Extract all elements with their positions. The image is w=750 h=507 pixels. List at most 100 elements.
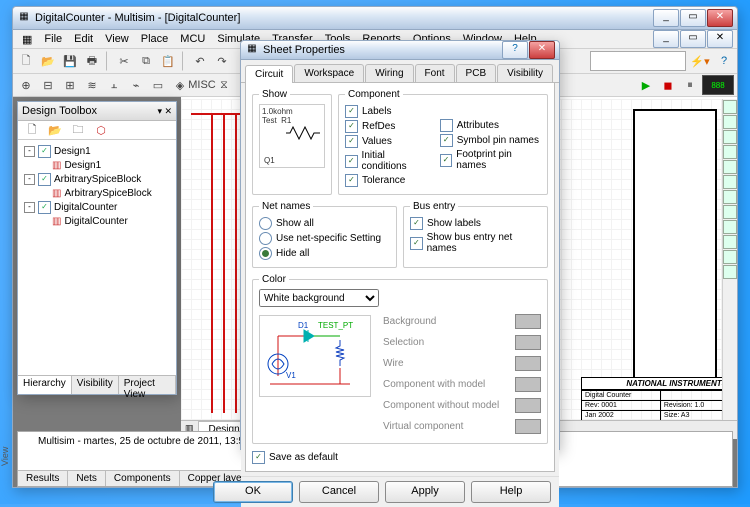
paste-icon[interactable]: 📋 xyxy=(158,51,178,71)
tree-node[interactable]: ▥DigitalCounter xyxy=(24,215,170,228)
toolbox-tab-projectview[interactable]: Project View xyxy=(119,376,176,394)
checkbox-label: Labels xyxy=(362,106,391,117)
dialog-close-button[interactable]: ✕ xyxy=(529,41,555,59)
tree-node[interactable]: ▥Design1 xyxy=(24,159,170,172)
component-icon[interactable]: ▭ xyxy=(148,75,168,95)
mdi-close-button[interactable]: ✕ xyxy=(707,30,733,48)
checkbox[interactable]: ✓ xyxy=(345,105,358,118)
print-icon[interactable]: 🖶 xyxy=(82,51,102,71)
tree-checkbox[interactable]: ✓ xyxy=(38,145,51,158)
tab-font[interactable]: Font xyxy=(415,64,455,82)
tree-checkbox[interactable]: ✓ xyxy=(38,173,51,186)
checkbox[interactable]: ✓ xyxy=(345,155,358,168)
log-tab-components[interactable]: Components xyxy=(106,471,180,486)
undo-icon[interactable]: ↶ xyxy=(190,51,210,71)
tree-checkbox[interactable]: ✓ xyxy=(38,201,51,214)
component-icon[interactable]: ⧖ xyxy=(214,75,234,95)
component-icon[interactable]: ⊕ xyxy=(16,75,36,95)
tree-node[interactable]: -✓ArbitrarySpiceBlock xyxy=(24,172,170,187)
radio-label: Use net-specific Setting xyxy=(276,233,381,244)
checkbox[interactable]: ✓ xyxy=(345,120,358,133)
menu-view[interactable]: View xyxy=(100,32,134,46)
display-icon[interactable]: 888 xyxy=(702,75,734,95)
mdi-minimize-button[interactable]: _ xyxy=(653,30,679,48)
stop-icon[interactable]: ◼ xyxy=(658,75,678,95)
menu-file[interactable]: File xyxy=(39,32,67,46)
log-tab-results[interactable]: Results xyxy=(18,471,68,486)
checkbox[interactable]: ✓ xyxy=(345,174,358,187)
help-icon[interactable]: ? xyxy=(714,51,734,71)
app-menu-icon[interactable]: ▦ xyxy=(17,32,37,47)
component-icon[interactable]: ⌁ xyxy=(126,75,146,95)
component-icon[interactable]: MISC xyxy=(192,75,212,95)
copy-icon[interactable]: ⧉ xyxy=(136,51,156,71)
tab-circuit[interactable]: Circuit xyxy=(245,65,293,83)
toolbox-tool-icon[interactable]: 🗋 xyxy=(22,120,42,140)
run-icon[interactable]: ▶ xyxy=(636,75,656,95)
app-icon: ▦ xyxy=(17,11,31,25)
toolbox-tab-visibility[interactable]: Visibility xyxy=(72,376,119,394)
tree-node[interactable]: ▥ArbitrarySpiceBlock xyxy=(24,187,170,200)
color-swatch[interactable] xyxy=(515,377,541,392)
redo-icon[interactable]: ↷ xyxy=(212,51,232,71)
search-input[interactable] xyxy=(590,51,686,71)
radio-label: Hide all xyxy=(276,248,309,259)
color-swatch[interactable] xyxy=(515,419,541,434)
color-swatch[interactable] xyxy=(515,398,541,413)
flash-icon[interactable]: ⚡▾ xyxy=(688,51,712,71)
color-swatch[interactable] xyxy=(515,314,541,329)
checkbox[interactable]: ✓ xyxy=(410,217,423,230)
color-swatch[interactable] xyxy=(515,356,541,371)
log-tab-nets[interactable]: Nets xyxy=(68,471,106,486)
pause-icon[interactable]: ⏸ xyxy=(680,75,700,95)
color-scheme-select[interactable]: White background xyxy=(259,289,379,307)
component-icon[interactable]: ≋ xyxy=(82,75,102,95)
color-swatch[interactable] xyxy=(515,335,541,350)
instrument-strip[interactable] xyxy=(722,99,737,439)
component-icon[interactable]: ⫠ xyxy=(104,75,124,95)
checkbox[interactable]: ✓ xyxy=(440,134,453,147)
toolbox-tool-icon[interactable]: ⬡ xyxy=(91,120,111,140)
toolbox-tool-icon[interactable]: 🗀 xyxy=(68,120,88,140)
component-icon[interactable]: ⊞ xyxy=(60,75,80,95)
cut-icon[interactable]: ✂ xyxy=(114,51,134,71)
checkbox[interactable]: ✓ xyxy=(410,237,423,250)
expand-icon[interactable]: - xyxy=(24,174,35,185)
open-icon[interactable]: 📂 xyxy=(38,51,58,71)
menu-mcu[interactable]: MCU xyxy=(175,32,210,46)
expand-icon[interactable]: - xyxy=(24,146,35,157)
cancel-button[interactable]: Cancel xyxy=(299,481,379,503)
apply-button[interactable]: Apply xyxy=(385,481,465,503)
mdi-restore-button[interactable]: ▭ xyxy=(680,30,706,48)
expand-icon[interactable]: - xyxy=(24,202,35,213)
checkbox[interactable]: ✓ xyxy=(440,154,453,167)
tree-node[interactable]: -✓DigitalCounter xyxy=(24,200,170,215)
tab-visibility[interactable]: Visibility xyxy=(497,64,553,82)
help-button[interactable]: Help xyxy=(471,481,551,503)
toolbox-options-icon[interactable]: ▾ ✕ xyxy=(157,106,172,117)
close-button[interactable]: ✕ xyxy=(707,9,733,27)
new-icon[interactable]: 🗋 xyxy=(16,51,36,71)
tab-wiring[interactable]: Wiring xyxy=(365,64,413,82)
toolbox-tool-icon[interactable]: 📂 xyxy=(45,120,65,140)
menu-edit[interactable]: Edit xyxy=(69,32,98,46)
minimize-button[interactable]: _ xyxy=(653,9,679,27)
ok-button[interactable]: OK xyxy=(213,481,293,503)
design-tree[interactable]: -✓Design1▥Design1-✓ArbitrarySpiceBlock▥A… xyxy=(18,140,176,375)
save-icon[interactable]: 💾 xyxy=(60,51,80,71)
tab-pcb[interactable]: PCB xyxy=(456,64,497,82)
save-default-checkbox[interactable]: ✓ xyxy=(252,451,265,464)
checkbox[interactable] xyxy=(440,119,453,132)
toolbox-tab-hierarchy[interactable]: Hierarchy xyxy=(18,376,72,394)
dialog-help-button[interactable]: ? xyxy=(502,41,528,59)
radio[interactable] xyxy=(259,247,272,260)
tab-workspace[interactable]: Workspace xyxy=(294,64,364,82)
checkbox[interactable]: ✓ xyxy=(345,135,358,148)
component-icon[interactable]: ⊟ xyxy=(38,75,58,95)
component-icon[interactable]: ◈ xyxy=(170,75,190,95)
maximize-button[interactable]: ▭ xyxy=(680,9,706,27)
radio[interactable] xyxy=(259,232,272,245)
tree-node[interactable]: -✓Design1 xyxy=(24,144,170,159)
radio[interactable] xyxy=(259,217,272,230)
menu-place[interactable]: Place xyxy=(136,32,174,46)
